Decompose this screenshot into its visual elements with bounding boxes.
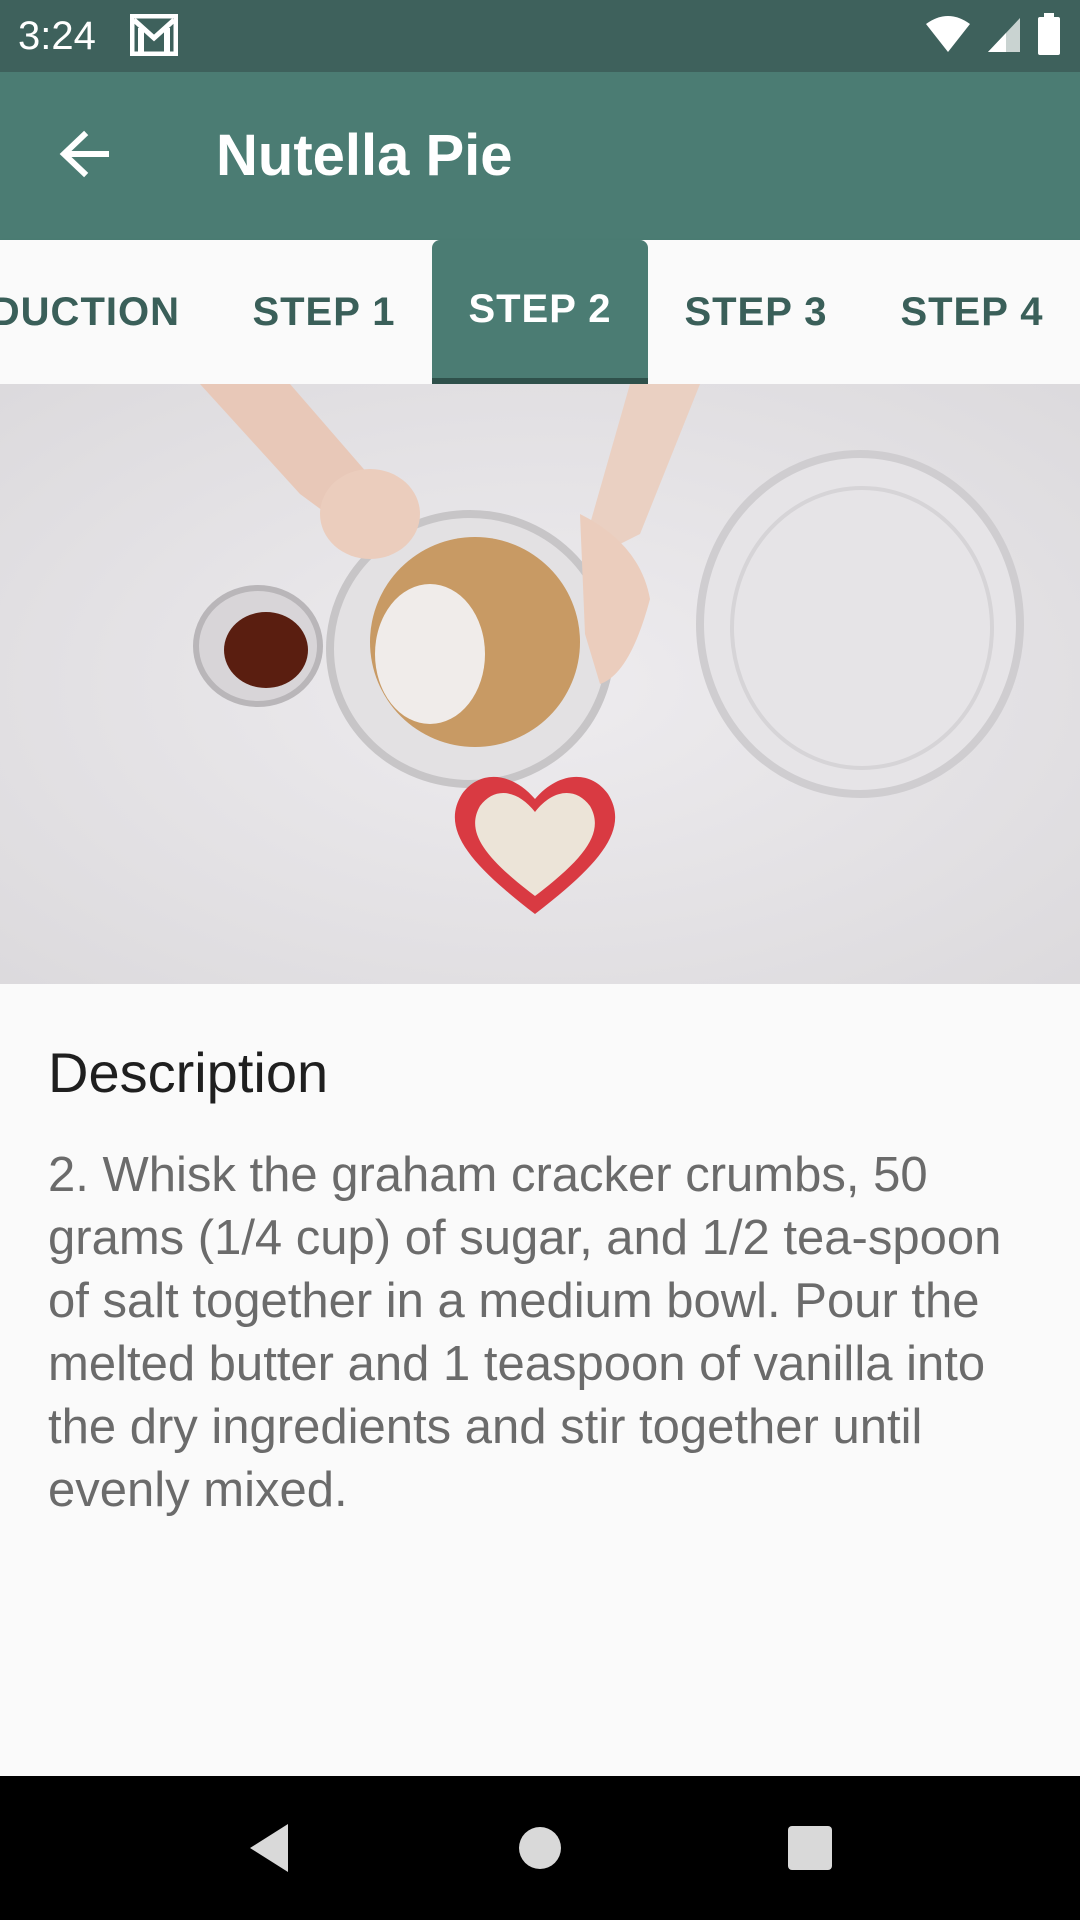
- step-video[interactable]: [0, 384, 1080, 984]
- status-bar: 3:24: [0, 0, 1080, 72]
- tab-label: STEP 2: [468, 286, 612, 331]
- back-button[interactable]: [38, 110, 130, 202]
- tab-label: STEP 4: [900, 289, 1044, 334]
- tab-label: STEP 3: [684, 289, 828, 334]
- tab-introduction[interactable]: DUCTION: [0, 240, 180, 384]
- tab-step-3[interactable]: STEP 3: [648, 240, 864, 384]
- battery-icon: [1036, 12, 1062, 60]
- app-bar: Nutella Pie: [0, 72, 1080, 240]
- step-tabs: DUCTION STEP 1 STEP 2 STEP 3 STEP 4: [0, 240, 1080, 384]
- recents-square-icon[interactable]: [780, 1818, 840, 1878]
- tab-label: DUCTION: [0, 289, 180, 334]
- system-nav-bar: [0, 1776, 1080, 1920]
- signal-icon: [986, 14, 1022, 59]
- back-triangle-icon[interactable]: [242, 1818, 302, 1878]
- wifi-icon: [924, 14, 972, 59]
- tab-step-1[interactable]: STEP 1: [216, 240, 432, 384]
- gmail-icon: [129, 13, 179, 57]
- description-heading: Description: [48, 1041, 329, 1104]
- page-title: Nutella Pie: [216, 123, 513, 188]
- tab-step-2[interactable]: STEP 2: [432, 240, 648, 384]
- status-time: 3:24: [18, 14, 96, 58]
- home-circle-icon[interactable]: [510, 1818, 570, 1878]
- description-text: 2. Whisk the graham cracker crumbs, 50 g…: [48, 1148, 1002, 1517]
- video-frame-image: [0, 384, 1080, 984]
- arrow-left-icon: [58, 130, 110, 183]
- tab-step-4[interactable]: STEP 4: [864, 240, 1080, 384]
- tab-label: STEP 1: [252, 289, 396, 334]
